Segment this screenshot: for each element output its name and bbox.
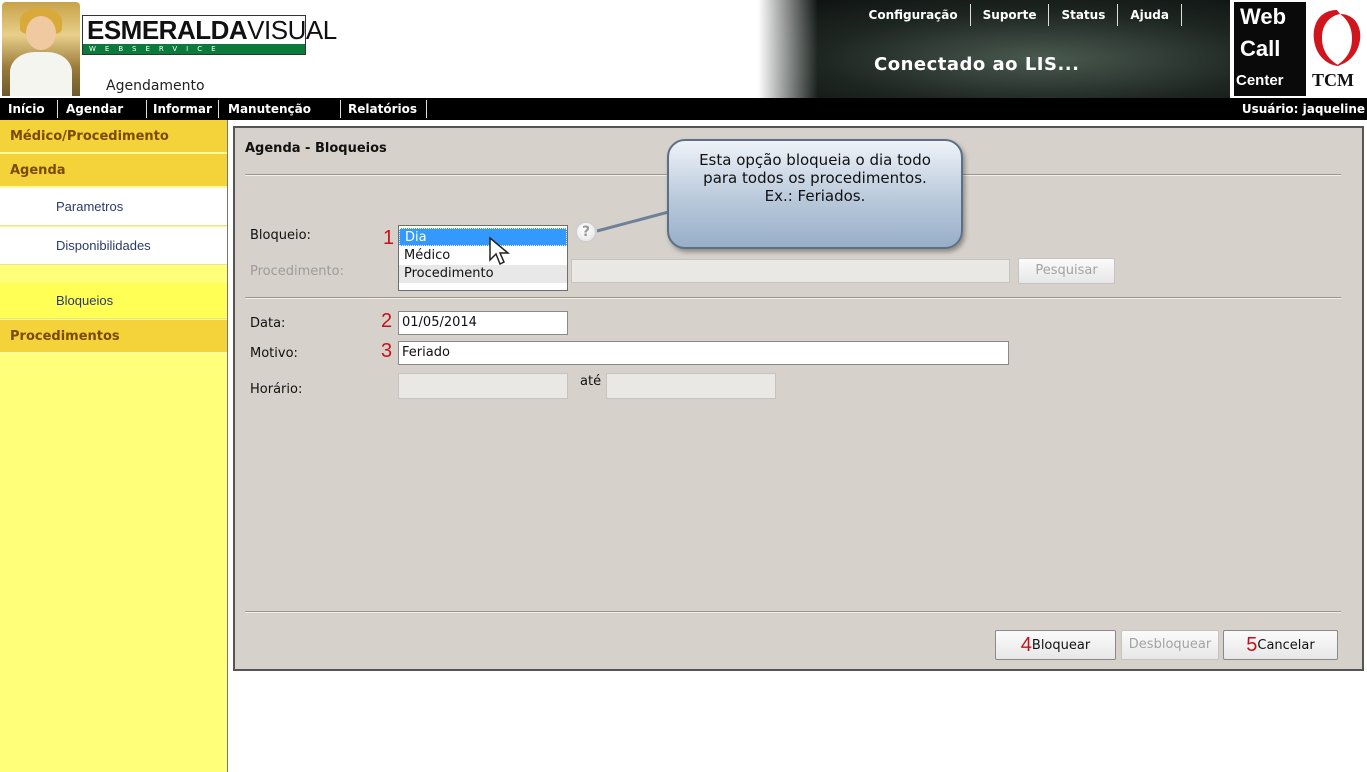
sidebar-item-bloqueios[interactable]: Bloqueios bbox=[0, 283, 227, 319]
bottom-divider bbox=[245, 611, 1341, 613]
connection-status: Conectado ao LIS... bbox=[874, 54, 1080, 75]
main-navbar: Início Agendar Informar Manutenção Relat… bbox=[0, 98, 1367, 120]
data-input[interactable]: 01/05/2014 bbox=[398, 311, 568, 335]
callcenter-line1: Web bbox=[1240, 4, 1287, 29]
desbloquear-button[interactable]: Desbloquear bbox=[1121, 630, 1219, 660]
horario-inicio-input[interactable] bbox=[398, 373, 568, 399]
app-header: ESMERALDAVISUAL WEBSERVICE Agendamento C… bbox=[0, 0, 1367, 98]
help-icon[interactable]: ? bbox=[575, 221, 597, 243]
sidebar-section-medico-procedimento[interactable]: Médico/Procedimento bbox=[0, 120, 227, 153]
header-banner: Configuração Suporte Status Ajuda Conect… bbox=[758, 0, 1230, 98]
tcm-label: TCM bbox=[1312, 70, 1354, 90]
cancelar-label: Cancelar bbox=[1257, 638, 1315, 653]
bloqueio-option-dia[interactable]: Dia bbox=[399, 228, 567, 246]
callcenter-text-box: Web Call Center bbox=[1234, 2, 1306, 96]
horario-fim-input[interactable] bbox=[606, 373, 776, 399]
motivo-label: Motivo: bbox=[250, 346, 298, 361]
pesquisar-button[interactable]: Pesquisar bbox=[1018, 258, 1115, 284]
bloqueios-panel: Agenda - Bloqueios Bloqueio: 1 Dia Médic… bbox=[233, 126, 1364, 671]
marker-2: 2 bbox=[381, 310, 393, 332]
page-title: Agenda - Bloqueios bbox=[245, 141, 387, 156]
current-user: Usuário: jaqueline bbox=[1241, 102, 1365, 116]
mouse-cursor-icon bbox=[489, 236, 511, 266]
tooltip-text: Esta opção bloqueia o dia todo para todo… bbox=[699, 151, 931, 205]
bloqueio-option-procedimento[interactable]: Procedimento bbox=[399, 265, 567, 283]
nav-inicio[interactable]: Início bbox=[8, 98, 45, 120]
top-menu-ajuda[interactable]: Ajuda bbox=[1118, 4, 1182, 26]
nav-manutencao[interactable]: Manutenção bbox=[228, 98, 311, 120]
callcenter-logo: Web Call Center TCM bbox=[1230, 0, 1367, 98]
horario-label: Horário: bbox=[250, 382, 303, 397]
sidebar: Médico/Procedimento Agenda Parametros Di… bbox=[0, 120, 228, 772]
bloqueio-label: Bloqueio: bbox=[250, 228, 311, 243]
callcenter-line2: Call bbox=[1240, 36, 1281, 61]
top-menu-status[interactable]: Status bbox=[1049, 4, 1119, 26]
callcenter-line3: Center bbox=[1236, 72, 1284, 89]
procedimento-input[interactable] bbox=[571, 259, 1010, 283]
sidebar-section-agenda[interactable]: Agenda bbox=[0, 154, 227, 187]
marker-4: 4 bbox=[1020, 634, 1032, 656]
mid-divider bbox=[245, 297, 1341, 299]
marker-5: 5 bbox=[1246, 634, 1258, 656]
procedimento-label: Procedimento: bbox=[250, 264, 344, 279]
sidebar-item-parametros[interactable]: Parametros bbox=[0, 188, 227, 226]
sidebar-section-procedimentos[interactable]: Procedimentos bbox=[0, 320, 227, 353]
nav-informar[interactable]: Informar bbox=[153, 98, 212, 120]
bloquear-button[interactable]: 4Bloquear bbox=[995, 630, 1116, 660]
nav-relatorios[interactable]: Relatórios bbox=[348, 98, 417, 120]
marker-3: 3 bbox=[381, 340, 393, 362]
top-menu-configuracao[interactable]: Configuração bbox=[857, 4, 971, 26]
ate-label: até bbox=[580, 374, 602, 389]
logo-person-image bbox=[2, 2, 80, 96]
bloqueio-select[interactable]: Dia Médico Procedimento bbox=[398, 225, 568, 291]
motivo-input[interactable]: Feriado bbox=[398, 341, 1009, 365]
sidebar-item-disponibilidades[interactable]: Disponibilidades bbox=[0, 227, 227, 265]
cancelar-button[interactable]: 5Cancelar bbox=[1223, 630, 1338, 660]
bloqueio-option-medico[interactable]: Médico bbox=[399, 247, 567, 265]
tcm-logo-icon bbox=[1313, 10, 1361, 66]
brand-strip: WEBSERVICE bbox=[83, 44, 305, 54]
brand-logo: ESMERALDAVISUAL WEBSERVICE bbox=[82, 15, 337, 55]
brand-name-light: VISUAL bbox=[247, 15, 337, 45]
marker-1: 1 bbox=[383, 227, 395, 249]
brand-name-bold: ESMERALDA bbox=[87, 15, 248, 45]
top-menu-suporte[interactable]: Suporte bbox=[971, 4, 1050, 26]
app-subtitle: Agendamento bbox=[106, 78, 205, 94]
data-label: Data: bbox=[250, 316, 286, 331]
nav-agendar[interactable]: Agendar bbox=[66, 98, 123, 120]
bloquear-label: Bloquear bbox=[1031, 638, 1091, 653]
top-menu: Configuração Suporte Status Ajuda bbox=[857, 4, 1182, 26]
help-tooltip: Esta opção bloqueia o dia todo para todo… bbox=[667, 139, 963, 249]
